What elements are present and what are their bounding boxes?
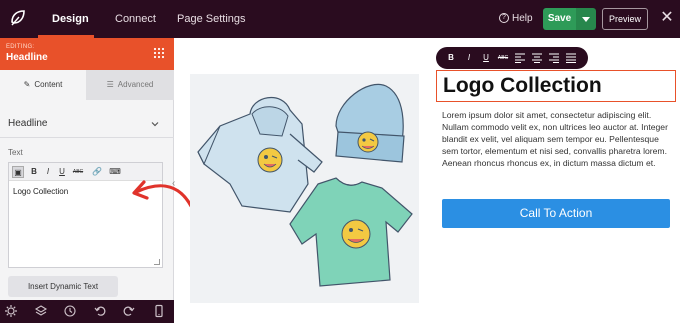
align-center-icon[interactable] <box>532 53 542 63</box>
settings-panel: EDITING: Headline ✎ Content ☰ Advanced Hea… <box>0 38 174 300</box>
section-title[interactable]: Headline <box>8 118 47 129</box>
seedprod-logo-icon <box>11 10 25 26</box>
save-options-dropdown[interactable] <box>576 8 596 30</box>
link-icon[interactable]: 🔗 <box>91 166 103 178</box>
help-icon: ? <box>499 13 509 24</box>
editor-value: Logo Collection <box>13 187 69 196</box>
strikethrough-button[interactable]: ABC <box>496 47 510 69</box>
tab-design[interactable]: Design <box>52 0 89 38</box>
tab-page-settings[interactable]: Page Settings <box>177 0 246 38</box>
product-image[interactable] <box>190 74 419 303</box>
italic-button[interactable]: I <box>462 47 476 69</box>
add-media-icon[interactable]: ▣ <box>12 166 24 178</box>
sliders-icon: ☰ <box>106 80 114 89</box>
underline-button[interactable]: U <box>479 47 493 69</box>
save-button[interactable]: Save <box>543 8 576 30</box>
help-link[interactable]: ? Help <box>499 0 533 38</box>
text-format-toolbar: B I U ABC <box>436 47 588 69</box>
body-paragraph[interactable]: Lorem ipsum dolor sit amet, consectetur … <box>442 109 672 169</box>
chevron-down-icon[interactable] <box>151 120 159 128</box>
redo-icon[interactable] <box>122 304 136 318</box>
grid-icon[interactable] <box>153 47 165 59</box>
pencil-icon: ✎ <box>23 80 31 89</box>
annotation-arrow <box>132 180 193 208</box>
help-label: Help <box>512 13 533 24</box>
editing-label: EDITING: <box>6 44 35 50</box>
tab-content-label: Content <box>34 80 63 89</box>
call-to-action-button[interactable]: Call To Action <box>442 199 670 228</box>
tab-advanced-label: Advanced <box>117 80 154 89</box>
headline-block[interactable]: Logo Collection <box>436 70 676 102</box>
tab-connect[interactable]: Connect <box>115 0 156 38</box>
mobile-icon[interactable] <box>152 304 166 318</box>
settings-icon[interactable] <box>4 304 18 318</box>
divider <box>0 137 174 138</box>
panel-tabs: ✎ Content ☰ Advanced <box>0 70 174 100</box>
bold-button[interactable]: B <box>29 166 39 178</box>
bold-button[interactable]: B <box>444 47 458 69</box>
undo-icon[interactable] <box>93 304 107 318</box>
headline-text[interactable]: Logo Collection <box>443 74 602 98</box>
tab-advanced[interactable]: ☰ Advanced <box>86 70 174 100</box>
text-field-label: Text <box>8 148 23 157</box>
strikethrough-button[interactable]: ABC <box>70 166 86 178</box>
bottom-bar <box>0 300 174 323</box>
resize-handle[interactable] <box>154 259 160 265</box>
align-left-icon[interactable] <box>515 53 525 63</box>
italic-button[interactable]: I <box>43 166 53 178</box>
editing-title: Headline <box>6 52 48 63</box>
panel-header: EDITING: Headline <box>0 38 174 70</box>
align-right-icon[interactable] <box>549 53 559 63</box>
close-icon[interactable]: ✕ <box>658 7 676 29</box>
tab-content[interactable]: ✎ Content <box>0 70 86 100</box>
history-icon[interactable] <box>63 304 77 318</box>
layers-icon[interactable] <box>34 304 48 318</box>
align-justify-icon[interactable] <box>566 53 576 63</box>
insert-dynamic-text-button[interactable]: Insert Dynamic Text <box>8 276 118 297</box>
top-bar: Design Connect Page Settings ? Help Save … <box>0 0 680 38</box>
preview-button[interactable]: Preview <box>602 8 648 30</box>
underline-button[interactable]: U <box>57 166 67 178</box>
